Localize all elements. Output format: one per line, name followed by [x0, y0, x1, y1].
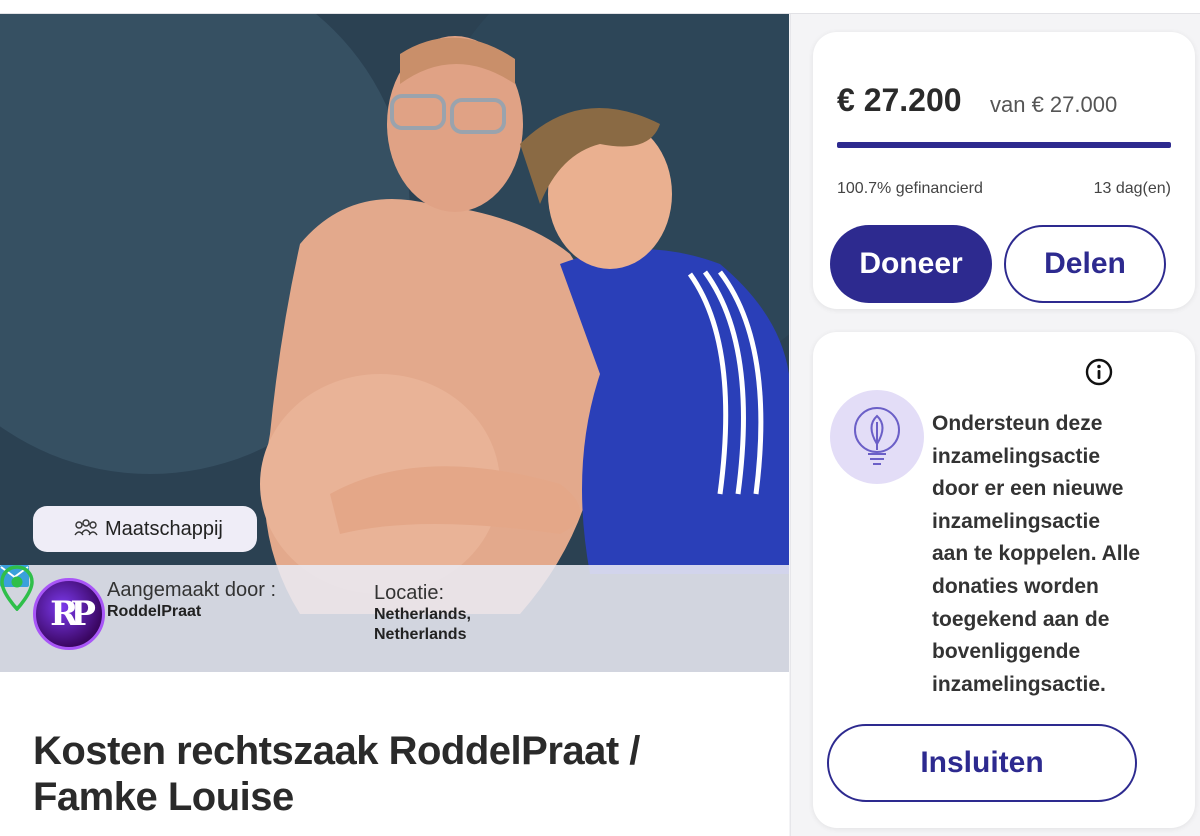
- lightbulb-badge: [830, 390, 924, 484]
- location-label: Locatie:: [374, 582, 445, 604]
- connect-description: Ondersteun deze inzamelingsactie door er…: [932, 408, 1172, 701]
- created-by-label: Aangemaakt door :: [107, 579, 276, 601]
- creator-name[interactable]: RoddelPraat: [107, 603, 201, 621]
- connect-line: inzamelingsactie: [932, 509, 1101, 533]
- location-line-2: Netherlands: [374, 626, 467, 643]
- campaign-meta-strip: RP Aangemaakt door : RoddelPraat Locatie…: [0, 565, 789, 672]
- location-line-1: Netherlands,: [374, 606, 471, 623]
- sidebar: € 27.200 van € 27.000 100.7% gefinancier…: [790, 14, 1200, 836]
- connect-line: bovenliggende: [932, 640, 1081, 664]
- top-divider: [0, 0, 1200, 14]
- campaign-main: Maatschappij RP Aangemaakt door : Roddel…: [0, 14, 789, 836]
- lightbulb-leaf-icon: [854, 407, 900, 465]
- funded-percentage: 100.7% gefinancierd: [837, 180, 983, 197]
- connect-line: aan te koppelen. Alle: [932, 542, 1141, 566]
- info-icon[interactable]: [1085, 358, 1113, 386]
- avatar-initials: RP: [50, 594, 96, 634]
- campaign-hero-image: Maatschappij RP Aangemaakt door : Roddel…: [0, 14, 789, 672]
- creator-avatar[interactable]: RP: [33, 578, 105, 650]
- category-badge[interactable]: Maatschappij: [33, 506, 257, 552]
- funding-card: € 27.200 van € 27.000 100.7% gefinancier…: [813, 32, 1195, 309]
- funding-progress-bar: [837, 142, 1171, 148]
- connect-line: Ondersteun deze: [932, 412, 1103, 435]
- amount-raised: € 27.200: [837, 82, 962, 118]
- connect-line: toegekend aan de: [932, 607, 1110, 631]
- connect-line: inzamelingsactie: [932, 444, 1101, 468]
- connect-line: donaties worden: [932, 574, 1099, 598]
- people-group-icon: [74, 519, 98, 536]
- location-value: Netherlands, Netherlands: [374, 605, 514, 645]
- campaign-title: Kosten rechtszaak RoddelPraat / Famke Lo…: [33, 729, 640, 819]
- days-remaining: 13 dag(en): [1093, 180, 1171, 197]
- map-pin-icon: [0, 565, 34, 611]
- funding-goal: van € 27.000: [990, 92, 1118, 117]
- connect-line: inzamelingsactie.: [932, 672, 1106, 696]
- donate-button[interactable]: Doneer: [830, 225, 992, 303]
- funding-progress-fill: [837, 142, 1171, 148]
- embed-button[interactable]: Insluiten: [827, 724, 1137, 802]
- connect-line: door er een nieuwe: [932, 477, 1124, 501]
- category-label: Maatschappij: [105, 517, 223, 540]
- share-button[interactable]: Delen: [1004, 225, 1166, 303]
